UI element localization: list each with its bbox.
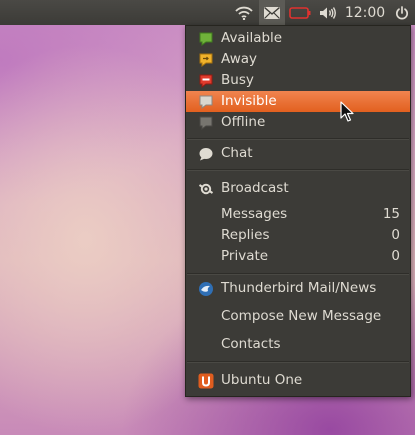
mouse-cursor-icon xyxy=(340,101,354,122)
broadcast-row-count: 15 xyxy=(382,206,400,222)
thunderbird-icon xyxy=(198,281,214,297)
broadcast-row-label: Replies xyxy=(221,227,270,243)
wifi-icon[interactable] xyxy=(229,0,259,25)
ubuntu-one-icon xyxy=(198,373,214,389)
ubuntu-one-label: Ubuntu One xyxy=(221,372,303,388)
chat-item[interactable]: Chat xyxy=(186,143,410,164)
status-label: Away xyxy=(221,51,257,67)
chat-icon xyxy=(198,146,214,162)
separator xyxy=(187,138,409,140)
separator xyxy=(187,169,409,171)
busy-icon xyxy=(198,73,214,89)
broadcast-icon xyxy=(198,181,214,197)
status-label: Invisible xyxy=(221,93,277,109)
status-label: Busy xyxy=(221,72,254,88)
ubuntu-one-item[interactable]: Ubuntu One xyxy=(186,370,410,391)
broadcast-replies[interactable]: Replies 0 xyxy=(186,225,410,246)
available-icon xyxy=(198,31,214,47)
broadcast-row-label: Messages xyxy=(221,206,288,222)
broadcast-row-count: 0 xyxy=(391,227,400,243)
invisible-icon xyxy=(198,94,214,110)
offline-icon xyxy=(198,115,214,131)
contacts-label: Contacts xyxy=(221,336,281,352)
contacts-item[interactable]: Contacts xyxy=(186,334,410,355)
status-label: Available xyxy=(221,30,283,46)
status-available[interactable]: Available xyxy=(186,28,410,49)
broadcast-messages[interactable]: Messages 15 xyxy=(186,204,410,225)
status-away[interactable]: Away xyxy=(186,49,410,70)
thunderbird-label: Thunderbird Mail/News xyxy=(221,280,377,296)
mail-icon[interactable] xyxy=(259,0,285,25)
broadcast-label: Broadcast xyxy=(221,180,289,196)
status-label: Offline xyxy=(221,114,266,130)
broadcast-private[interactable]: Private 0 xyxy=(186,246,410,267)
compose-new-message-item[interactable]: Compose New Message xyxy=(186,306,410,327)
status-offline[interactable]: Offline xyxy=(186,112,410,133)
separator xyxy=(187,361,409,363)
separator xyxy=(187,273,409,275)
messaging-menu: Available Away Busy Invisible Offline Ch… xyxy=(185,25,411,397)
thunderbird-item[interactable]: Thunderbird Mail/News xyxy=(186,278,410,299)
broadcast-item[interactable]: Broadcast xyxy=(186,178,410,199)
volume-icon[interactable] xyxy=(315,0,341,25)
compose-label: Compose New Message xyxy=(221,308,382,324)
broadcast-row-label: Private xyxy=(221,248,269,264)
away-icon xyxy=(198,52,214,68)
top-panel: 12:00 xyxy=(0,0,415,25)
chat-label: Chat xyxy=(221,145,253,161)
broadcast-row-count: 0 xyxy=(391,248,400,264)
clock[interactable]: 12:00 xyxy=(341,0,389,25)
battery-icon[interactable] xyxy=(285,0,315,25)
status-invisible[interactable]: Invisible xyxy=(186,91,410,112)
power-icon[interactable] xyxy=(389,0,415,25)
status-busy[interactable]: Busy xyxy=(186,70,410,91)
